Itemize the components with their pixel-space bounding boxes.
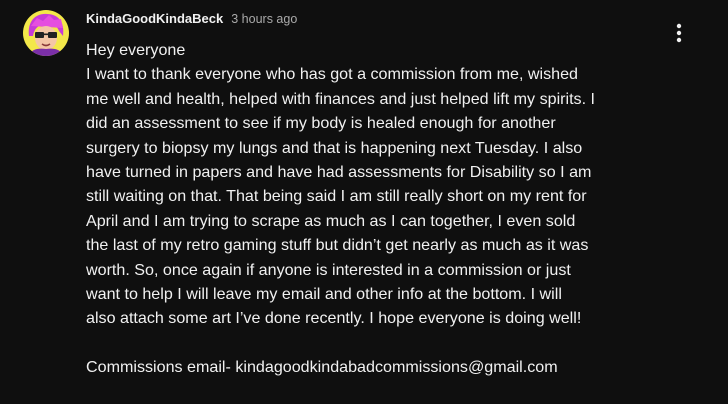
author-name[interactable]: KindaGoodKindaBeck bbox=[86, 11, 223, 26]
community-post: KindaGoodKindaBeck 3 hours ago Hey every… bbox=[0, 0, 728, 404]
post-blank-line bbox=[86, 331, 676, 355]
post-timestamp[interactable]: 3 hours ago bbox=[231, 12, 297, 26]
post-line: surgery to biopsy my lungs and that is h… bbox=[86, 138, 583, 157]
post-line: also attach some art I’ve done recently.… bbox=[86, 309, 582, 328]
post-header: KindaGoodKindaBeck 3 hours ago bbox=[86, 11, 297, 29]
avatar-icon bbox=[23, 10, 69, 56]
more-vertical-icon bbox=[676, 23, 682, 43]
post-body: Hey everyone I want to thank everyone wh… bbox=[86, 38, 676, 379]
post-line: the last of my retro gaming stuff but di… bbox=[86, 236, 589, 255]
post-line: I want to thank everyone who has got a c… bbox=[86, 65, 578, 84]
author-avatar[interactable] bbox=[23, 10, 69, 56]
post-line: me well and health, helped with finances… bbox=[86, 89, 596, 108]
post-line: have turned in papers and have had asses… bbox=[86, 162, 592, 181]
post-line: want to help I will leave my email and o… bbox=[86, 284, 562, 303]
post-line: worth. So, once again if anyone is inter… bbox=[86, 260, 571, 279]
commission-email: Commissions email- kindagoodkindabadcomm… bbox=[86, 358, 558, 377]
post-line: April and I am trying to scrape as much … bbox=[86, 211, 576, 230]
post-line: Hey everyone bbox=[86, 41, 186, 59]
post-line: did an assessment to see if my body is h… bbox=[86, 114, 556, 133]
post-line: still waiting on that. That being said I… bbox=[86, 187, 587, 206]
